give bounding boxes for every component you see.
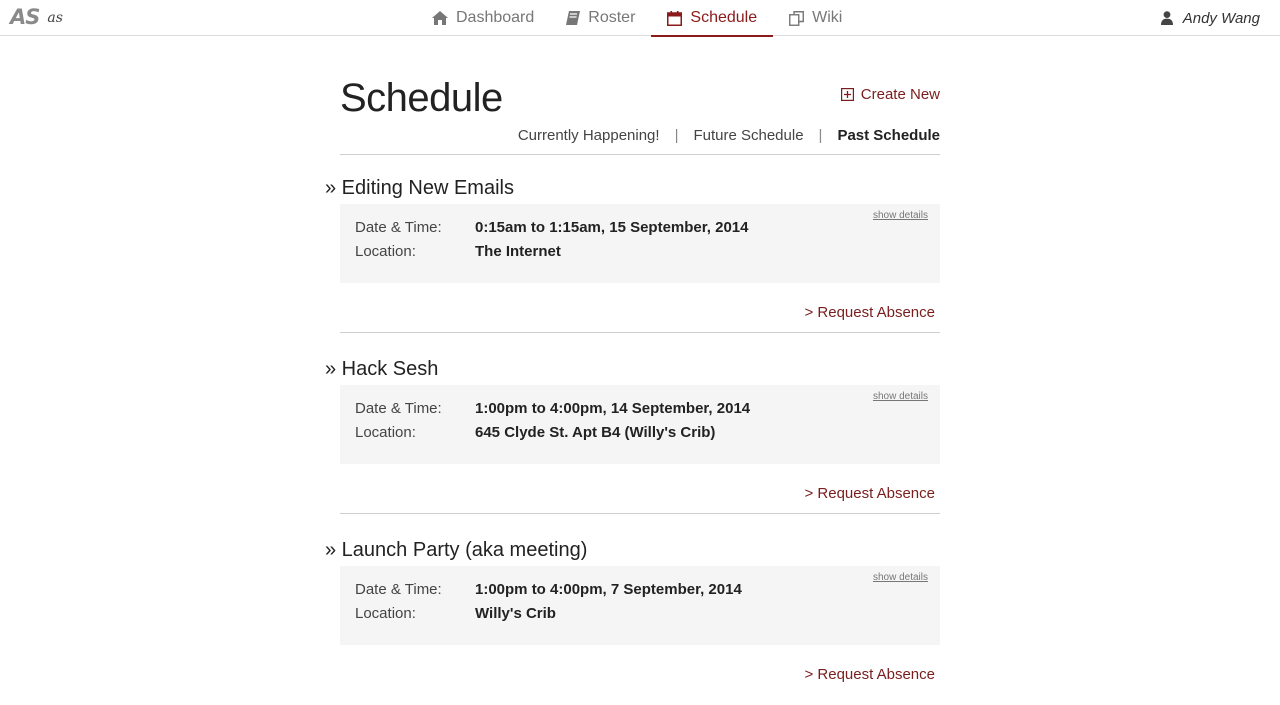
top-navigation-bar: AS as Dashboard Roster Schedule Wiki And… xyxy=(0,0,1280,37)
request-absence-link[interactable]: > Request Absence xyxy=(804,485,935,502)
event-divider xyxy=(340,332,940,333)
event-title[interactable]: » Editing New Emails xyxy=(325,175,940,201)
datetime-label: Date & Time: xyxy=(355,219,442,236)
datetime-row: Date & Time: 0:15am to 1:15am, 15 Septem… xyxy=(355,219,749,236)
location-row: Location: Willy's Crib xyxy=(355,605,556,622)
copy-icon xyxy=(789,10,805,26)
event-title[interactable]: » Launch Party (aka meeting) xyxy=(325,537,940,563)
home-icon xyxy=(432,11,448,25)
event-card: show details Date & Time: 0:15am to 1:15… xyxy=(340,204,940,283)
nav-item-wiki[interactable]: Wiki xyxy=(773,0,858,36)
nav-label-schedule: Schedule xyxy=(690,9,758,26)
book-icon xyxy=(566,11,581,25)
nav-label-wiki: Wiki xyxy=(812,9,843,26)
location-value: Willy's Crib xyxy=(475,605,556,622)
plus-square-icon xyxy=(840,88,854,101)
location-label: Location: xyxy=(355,605,416,622)
datetime-label: Date & Time: xyxy=(355,400,442,417)
location-row: Location: 645 Clyde St. Apt B4 (Willy's … xyxy=(355,424,715,441)
location-value: The Internet xyxy=(475,243,561,260)
logo-text: as xyxy=(47,10,63,26)
nav-label-dashboard: Dashboard xyxy=(456,9,535,26)
show-details-link[interactable]: show details xyxy=(873,391,928,402)
datetime-value: 1:00pm to 4:00pm, 7 September, 2014 xyxy=(475,581,742,598)
datetime-row: Date & Time: 1:00pm to 4:00pm, 14 Septem… xyxy=(355,400,750,417)
logo-mark: AS xyxy=(10,5,40,29)
subnav-separator: | xyxy=(674,127,679,144)
datetime-value: 1:00pm to 4:00pm, 14 September, 2014 xyxy=(475,400,751,417)
create-new-label: Create New xyxy=(860,86,940,103)
show-details-link[interactable]: show details xyxy=(873,572,928,583)
nav-item-dashboard[interactable]: Dashboard xyxy=(416,0,550,36)
event-item: » Editing New Emails show details Date &… xyxy=(325,175,940,333)
request-absence-link[interactable]: > Request Absence xyxy=(804,666,935,683)
calendar-icon xyxy=(667,10,683,26)
nav-item-schedule[interactable]: Schedule xyxy=(651,0,773,37)
location-value: 645 Clyde St. Apt B4 (Willy's Crib) xyxy=(475,424,716,441)
event-item: » Hack Sesh show details Date & Time: 1:… xyxy=(325,356,940,514)
request-absence-link[interactable]: > Request Absence xyxy=(804,304,935,321)
event-card: show details Date & Time: 1:00pm to 4:00… xyxy=(340,566,940,645)
event-divider xyxy=(340,513,940,514)
app-logo[interactable]: AS as xyxy=(10,5,63,29)
page-title: Schedule xyxy=(340,76,503,120)
event-title[interactable]: » Hack Sesh xyxy=(325,356,940,382)
nav-label-roster: Roster xyxy=(588,9,636,26)
nav-item-roster[interactable]: Roster xyxy=(550,0,651,36)
event-card: show details Date & Time: 1:00pm to 4:00… xyxy=(340,385,940,464)
user-name: Andy Wang xyxy=(1182,9,1260,27)
schedule-subnav: Currently Happening! | Future Schedule |… xyxy=(518,127,940,144)
datetime-value: 0:15am to 1:15am, 15 September, 2014 xyxy=(475,219,749,236)
location-label: Location: xyxy=(355,243,416,260)
header-divider xyxy=(340,154,940,155)
user-icon xyxy=(1160,11,1173,25)
user-menu[interactable]: Andy Wang xyxy=(1160,0,1260,36)
subnav-future-schedule[interactable]: Future Schedule xyxy=(693,127,803,144)
datetime-row: Date & Time: 1:00pm to 4:00pm, 7 Septemb… xyxy=(355,581,742,598)
location-label: Location: xyxy=(355,424,416,441)
event-item: » Launch Party (aka meeting) show detail… xyxy=(325,537,940,683)
subnav-separator: | xyxy=(818,127,823,144)
location-row: Location: The Internet xyxy=(355,243,561,260)
subnav-past-schedule[interactable]: Past Schedule xyxy=(837,127,940,144)
datetime-label: Date & Time: xyxy=(355,581,442,598)
subnav-currently-happening[interactable]: Currently Happening! xyxy=(518,127,660,144)
create-new-button[interactable]: Create New xyxy=(840,86,940,103)
main-nav: Dashboard Roster Schedule Wiki xyxy=(416,0,858,37)
show-details-link[interactable]: show details xyxy=(873,210,928,221)
